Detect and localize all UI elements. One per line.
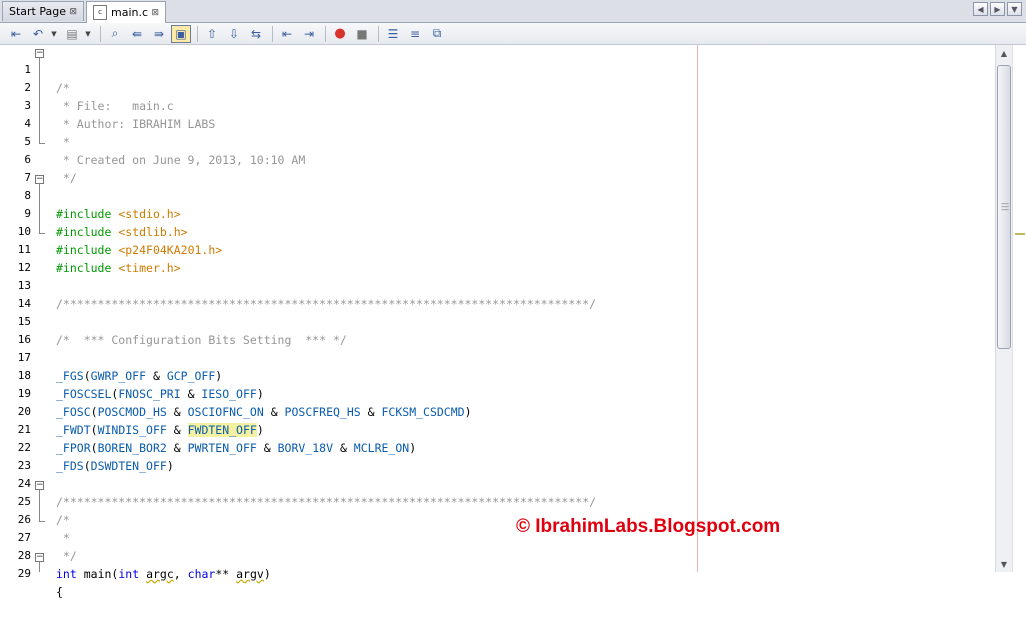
- code-line: 15 /* *** Configuration Bits Setting ***…: [0, 295, 995, 347]
- code-line: 25 /*: [0, 475, 995, 527]
- code-line: 29 {: [0, 547, 995, 599]
- chevron-down-icon[interactable]: ▼: [50, 25, 58, 43]
- scroll-up-icon[interactable]: ▲: [996, 45, 1012, 61]
- code-line: 7: [0, 151, 995, 184]
- code-line: 5 * Created on June 9, 2013, 10:10 AM: [0, 115, 995, 167]
- find-prev-icon[interactable]: ⇚: [127, 25, 147, 43]
- diff-icon[interactable]: ⧉: [427, 25, 447, 43]
- shift-left-icon[interactable]: ⇤: [277, 25, 297, 43]
- watermark-text: © IbrahimLabs.Blogspot.com: [516, 516, 781, 537]
- code-line: 22 _FDS(DSWDTEN_OFF): [0, 421, 995, 473]
- uncomment-icon[interactable]: ≡: [405, 25, 425, 43]
- code-line: 21 _FPOR(BOREN_BOR2 & PWRTEN_OFF & BORV_…: [0, 403, 995, 455]
- tab-start-page[interactable]: Start Page ⊠: [2, 1, 84, 21]
- back-icon[interactable]: ⇤: [6, 25, 26, 43]
- error-stripe[interactable]: [1012, 45, 1026, 572]
- show-opened-documents-icon[interactable]: ▼: [1007, 2, 1022, 16]
- editor-toolbar: ⇤ ↶ ▼ ▤ ▼ ⌕ ⇚ ⇛ ▣ ⇧ ⇩ ⇆ ⇤ ⇥ ● ■ ☰ ≡ ⧉: [0, 23, 1026, 45]
- editor-tab-bar: Start Page ⊠ c main.c ⊠ ◀ ▶ ▼: [0, 0, 1026, 23]
- keyword: int: [56, 567, 77, 581]
- tab-label: Start Page: [9, 5, 66, 18]
- stop-macro-icon[interactable]: ■: [352, 25, 372, 43]
- code-line: 8 #include <stdio.h>: [0, 169, 995, 221]
- function-name: main: [83, 567, 112, 581]
- next-bookmark-icon[interactable]: ⇩: [224, 25, 244, 43]
- code-line: 14: [0, 277, 995, 310]
- toolbar-separator: [378, 25, 379, 42]
- scroll-tabs-right-icon[interactable]: ▶: [990, 2, 1005, 16]
- code-line: 27 */: [0, 511, 995, 563]
- code-line: 4 *: [0, 97, 995, 149]
- shift-right-icon[interactable]: ⇥: [299, 25, 319, 43]
- code-line: 18 _FOSCSEL(FNOSC_PRI & IESO_OFF): [0, 349, 995, 401]
- annotation-mark[interactable]: [1015, 233, 1025, 235]
- keyword: int: [118, 567, 140, 581]
- param-name: argc: [146, 567, 174, 581]
- toggle-highlight-icon[interactable]: ▣: [171, 24, 191, 43]
- grip-icon: — — —: [1001, 199, 1009, 214]
- toggle-bookmark-icon[interactable]: ⇆: [246, 25, 266, 43]
- line-number: 29: [17, 567, 31, 580]
- param-name: argv: [236, 567, 264, 581]
- code-text: {: [56, 585, 63, 599]
- last-edit-icon[interactable]: ▤: [62, 25, 82, 43]
- code-line: 23: [0, 439, 995, 472]
- code-line: 20 _FWDT(WINDIS_OFF & FWDTEN_OFF): [0, 385, 995, 437]
- toolbar-separator: [325, 25, 326, 42]
- code-line: 2 * File: main.c: [0, 61, 995, 113]
- code-line: 24 /************************************…: [0, 457, 995, 509]
- code-line: 10 #include <p24F04KA201.h>: [0, 205, 995, 257]
- code-line: 1 /*: [0, 43, 995, 95]
- code-line: 6 */: [0, 133, 995, 185]
- code-line: 3 * Author: IBRAHIM LABS: [0, 79, 995, 131]
- comment-icon[interactable]: ☰: [383, 25, 403, 43]
- code-line: 28 int main(int argc, char** argv): [0, 529, 995, 581]
- scrollbar-thumb[interactable]: — — —: [997, 65, 1011, 349]
- toolbar-separator: [197, 25, 198, 42]
- c-file-icon: c: [93, 5, 107, 20]
- close-icon[interactable]: ⊠: [151, 8, 159, 18]
- tab-nav-buttons: ◀ ▶ ▼: [973, 2, 1022, 16]
- start-macro-icon[interactable]: ●: [330, 25, 350, 43]
- tab-label: main.c: [111, 6, 149, 19]
- keyword: char: [187, 567, 216, 581]
- code-line: 13 /************************************…: [0, 259, 995, 311]
- code-line: 17 _FGS(GWRP_OFF & GCP_OFF): [0, 331, 995, 383]
- find-next-icon[interactable]: ⇛: [149, 25, 169, 43]
- tab-main-c[interactable]: c main.c ⊠: [86, 1, 166, 23]
- code-line: 12: [0, 241, 995, 274]
- code-line: 11 #include <timer.h>: [0, 223, 995, 275]
- code-line: 19 _FOSC(POSCMOD_HS & OSCIOFNC_ON & POSC…: [0, 367, 995, 419]
- code-line: 26 *: [0, 493, 995, 545]
- vertical-scrollbar[interactable]: ▲ — — — ▼: [995, 45, 1012, 572]
- code-line: 9 #include <stdlib.h>: [0, 187, 995, 239]
- close-icon[interactable]: ⊠: [69, 7, 77, 17]
- prev-bookmark-icon[interactable]: ⇧: [202, 25, 222, 43]
- chevron-down-icon[interactable]: ▼: [84, 25, 92, 43]
- scroll-down-icon[interactable]: ▼: [996, 556, 1012, 572]
- code-editor[interactable]: − − − − 1 /* 2 * File: main.c 3 * Author…: [0, 43, 1026, 599]
- find-icon[interactable]: ⌕: [105, 25, 125, 43]
- history-forward-icon[interactable]: ↶: [28, 25, 48, 43]
- code-line: 16: [0, 313, 995, 346]
- scroll-tabs-left-icon[interactable]: ◀: [973, 2, 988, 16]
- toolbar-separator: [272, 25, 273, 42]
- toolbar-separator: [100, 25, 101, 42]
